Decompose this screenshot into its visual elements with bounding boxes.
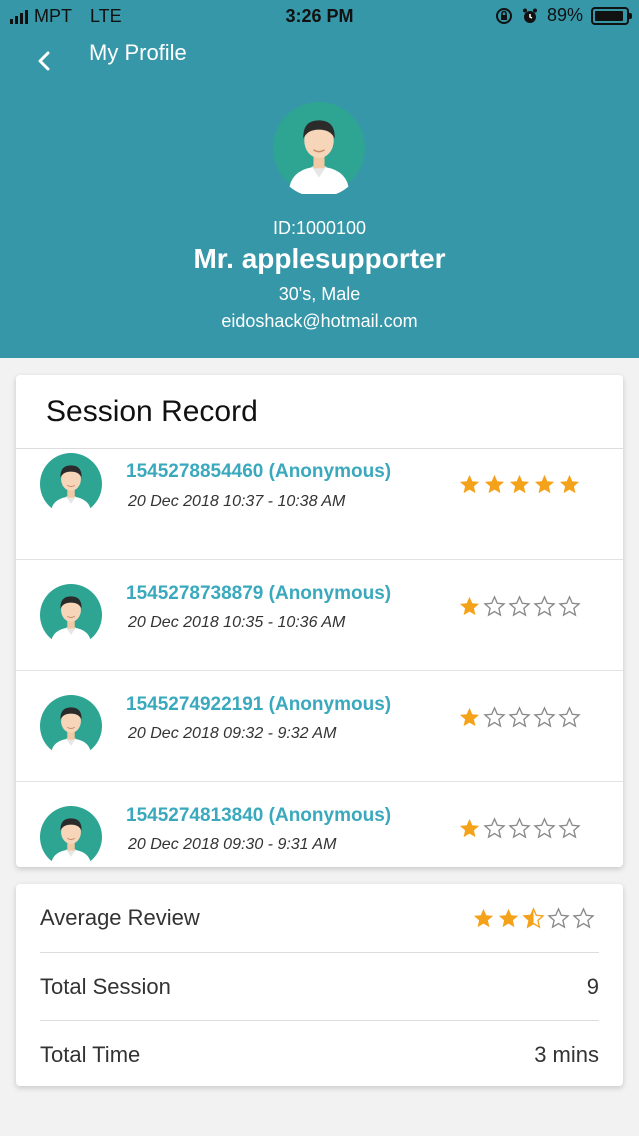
alarm-icon: [522, 8, 537, 23]
page-title: My Profile: [89, 40, 187, 65]
star-empty-icon: [558, 817, 581, 839]
session-rating: [458, 595, 581, 618]
session-rating: [458, 706, 581, 729]
profile-id: ID:1000100: [272, 218, 367, 238]
profile-age-gender: 30's, Male: [278, 284, 361, 304]
session-avatar: [40, 584, 102, 649]
average-review-label: Average Review: [40, 905, 200, 930]
star-filled-icon: [459, 818, 480, 838]
rotation-lock-icon: [495, 7, 512, 24]
total-time-value: 3 mins: [534, 1042, 599, 1067]
chevron-left-icon: [38, 51, 50, 71]
star-filled-icon: [534, 474, 555, 494]
session-id: 1545274922191 (Anonymous): [126, 694, 392, 715]
star-filled-icon: [473, 908, 494, 927]
profile-avatar: [273, 102, 365, 198]
total-session-value: 9: [586, 974, 599, 999]
battery-percent: 89%: [546, 5, 583, 25]
star-empty-icon: [533, 595, 556, 617]
star-filled-icon: [459, 707, 480, 727]
star-empty-icon: [508, 817, 531, 839]
star-filled-icon: [559, 474, 580, 494]
session-avatar: [40, 453, 102, 518]
star-empty-icon: [533, 817, 556, 839]
session-record-card: Session Record 1545278854460 (Anonymous)…: [16, 375, 623, 867]
session-id: 1545278854460 (Anonymous): [126, 461, 392, 482]
session-row[interactable]: 1545274813840 (Anonymous) 20 Dec 2018 09…: [16, 782, 623, 867]
average-review-rating: [472, 906, 595, 930]
total-time-row: Total Time 3 mins: [40, 1021, 599, 1086]
total-time-label: Total Time: [40, 1042, 141, 1067]
star-filled-icon: [509, 474, 530, 494]
session-avatar: [40, 806, 102, 867]
session-rating: [458, 817, 581, 840]
session-time: 20 Dec 2018 10:35 - 10:36 AM: [128, 614, 346, 631]
session-id: 1545274813840 (Anonymous): [126, 805, 392, 826]
status-bar: MPT LTE 3:26 PM 89%: [0, 0, 639, 34]
session-rating: [458, 473, 581, 496]
profile-header: MPT LTE 3:26 PM 89% My Profile ID:100010…: [0, 0, 639, 358]
average-review-row: Average Review: [40, 884, 599, 952]
star-filled-icon: [459, 474, 480, 494]
session-time: 20 Dec 2018 09:32 - 9:32 AM: [128, 725, 337, 742]
back-button[interactable]: [30, 46, 58, 76]
session-row[interactable]: 1545278854460 (Anonymous) 20 Dec 2018 10…: [16, 449, 623, 560]
profile-name: Mr. applesupporter: [193, 243, 446, 274]
star-empty-icon: [483, 595, 506, 617]
battery-icon: [591, 6, 632, 25]
star-half-icon: [522, 906, 545, 929]
star-filled-icon: [498, 908, 519, 927]
summary-card: Average Review Total Session 9 Total Tim…: [16, 884, 623, 1086]
star-empty-icon: [483, 706, 506, 728]
session-list: 1545278854460 (Anonymous) 20 Dec 2018 10…: [16, 449, 623, 867]
star-empty-icon: [483, 817, 506, 839]
session-time: 20 Dec 2018 09:30 - 9:31 AM: [128, 836, 337, 853]
star-empty-icon: [558, 595, 581, 617]
star-empty-icon: [508, 595, 531, 617]
session-avatar: [40, 695, 102, 760]
session-row[interactable]: 1545278738879 (Anonymous) 20 Dec 2018 10…: [16, 560, 623, 671]
status-right: 89%: [495, 5, 632, 26]
star-empty-icon: [508, 706, 531, 728]
profile-email: eidoshack@hotmail.com: [221, 311, 418, 331]
session-row[interactable]: 1545274922191 (Anonymous) 20 Dec 2018 09…: [16, 671, 623, 782]
session-record-title: Session Record: [16, 375, 623, 449]
total-session-row: Total Session 9: [40, 953, 599, 1021]
session-id: 1545278738879 (Anonymous): [126, 583, 392, 604]
star-empty-icon: [547, 906, 570, 929]
star-filled-icon: [484, 474, 505, 494]
session-time: 20 Dec 2018 10:37 - 10:38 AM: [128, 493, 346, 510]
total-session-label: Total Session: [40, 974, 171, 999]
star-filled-icon: [459, 596, 480, 616]
star-empty-icon: [572, 906, 595, 929]
star-empty-icon: [558, 706, 581, 728]
star-empty-icon: [533, 706, 556, 728]
